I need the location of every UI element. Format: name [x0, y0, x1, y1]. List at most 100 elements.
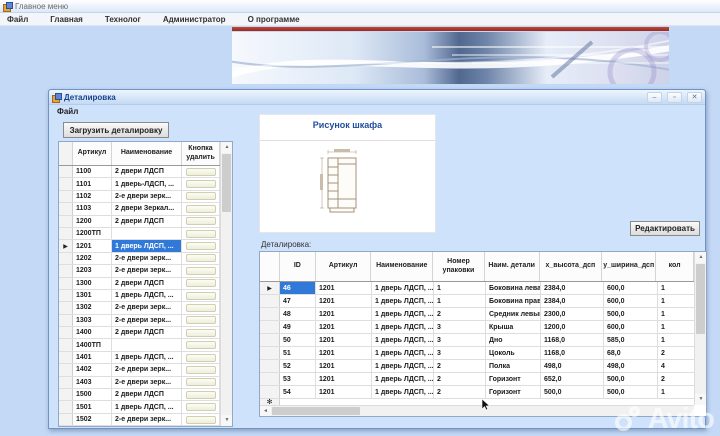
articul-cell[interactable]: 1301	[73, 289, 112, 302]
table-row[interactable]: 51 1201 1 дверь ЛДСП, ... 3 Цоколь 1168,0 68,0…	[260, 347, 694, 360]
articul-cell[interactable]: 1101	[73, 178, 112, 190]
name-cell[interactable]: 2 двери ЛДСП	[112, 327, 182, 339]
delete-button[interactable]	[185, 279, 216, 288]
part-name-cell[interactable]: Дно	[486, 334, 541, 346]
table-row[interactable]: 1101 1 дверь-ЛДСП, ...	[59, 178, 220, 191]
height-cell[interactable]: 1200,0	[541, 321, 604, 333]
name-cell[interactable]: 2 двери ЛДСП	[112, 277, 182, 289]
scroll-up-icon[interactable]: ▲	[221, 142, 232, 153]
details-grid-hscrollbar[interactable]: ◄	[260, 405, 694, 416]
id-cell[interactable]: 52	[280, 360, 316, 372]
part-name-cell[interactable]: Горизонт	[486, 373, 541, 385]
scroll-up-icon[interactable]: ▲	[695, 252, 706, 263]
delete-button[interactable]	[185, 266, 216, 275]
name-cell[interactable]: 1 дверь ЛДСП, ...	[112, 240, 182, 252]
name-cell[interactable]: 2-е двери зерк...	[112, 314, 182, 327]
articul-cell[interactable]: 1200ТП	[73, 227, 112, 240]
articul-cell[interactable]: 1201	[316, 347, 372, 359]
row-selector[interactable]	[59, 227, 73, 240]
articul-cell[interactable]: 1201	[316, 282, 372, 294]
table-row[interactable]: 1300 2 двери ЛДСП	[59, 277, 220, 290]
articul-cell[interactable]: 1502	[73, 413, 112, 426]
scroll-down-icon[interactable]: ▼	[695, 394, 706, 405]
row-selector[interactable]	[260, 373, 280, 385]
delete-button[interactable]	[185, 316, 216, 325]
menu-technolog[interactable]: Технолог	[105, 15, 152, 24]
articul-cell[interactable]: 1401	[73, 351, 112, 364]
table-row[interactable]: 1403 2-е двери зерк...	[59, 376, 220, 390]
articul-cell[interactable]: 1200	[73, 215, 112, 227]
id-cell[interactable]: 46	[280, 282, 316, 294]
table-row[interactable]: 1200 2 двери ЛДСП	[59, 215, 220, 228]
row-selector[interactable]	[59, 289, 73, 302]
delete-button[interactable]	[185, 365, 216, 374]
height-cell[interactable]: 652,0	[541, 373, 604, 385]
table-row[interactable]: 1202 2-е двери зерк...	[59, 252, 220, 266]
articul-cell[interactable]: 1201	[316, 295, 372, 307]
width-cell[interactable]: 500,0	[604, 373, 658, 385]
articul-cell[interactable]: 1302	[73, 302, 112, 314]
column-header-delete[interactable]: Кнопка удалить	[182, 142, 220, 165]
package-cell[interactable]: 3	[434, 321, 486, 333]
qty-cell[interactable]: 2	[658, 373, 694, 385]
width-cell[interactable]: 68,0	[604, 347, 658, 359]
id-cell[interactable]: 49	[280, 321, 316, 333]
row-selector[interactable]	[59, 376, 73, 389]
column-header-package[interactable]: Номер упаковки	[433, 252, 485, 281]
delete-button[interactable]	[185, 254, 216, 263]
delete-button[interactable]	[185, 180, 216, 189]
name-cell[interactable]: 1 дверь ЛДСП, ...	[372, 295, 434, 307]
qty-cell[interactable]: 1	[658, 308, 694, 320]
height-cell[interactable]: 498,0	[541, 360, 604, 372]
height-cell[interactable]: 2384,0	[541, 282, 604, 294]
table-row[interactable]: 49 1201 1 дверь ЛДСП, ... 3 Крыша 1200,0 600,0…	[260, 321, 694, 334]
width-cell[interactable]: 585,0	[604, 334, 658, 346]
current-row-marker-icon[interactable]: ▶	[59, 240, 73, 252]
articul-cell[interactable]: 1501	[73, 401, 112, 413]
articul-cell[interactable]: 1201	[316, 360, 372, 372]
package-cell[interactable]: 1	[434, 282, 486, 294]
package-cell[interactable]: 3	[434, 334, 486, 346]
articul-cell[interactable]: 1201	[316, 373, 372, 385]
package-cell[interactable]: 2	[434, 373, 486, 385]
row-selector[interactable]	[59, 252, 73, 265]
row-selector[interactable]	[260, 386, 280, 398]
articul-cell[interactable]: 1201	[316, 321, 372, 333]
delete-button[interactable]	[185, 341, 216, 350]
row-selector[interactable]	[260, 347, 280, 359]
table-row[interactable]: 1302 2-е двери зерк...	[59, 302, 220, 315]
delete-button[interactable]	[185, 217, 216, 226]
qty-cell[interactable]: 4	[658, 360, 694, 372]
table-row[interactable]: 1103 2 двери Зеркал...	[59, 203, 220, 216]
table-row[interactable]: 53 1201 1 дверь ЛДСП, ... 2 Горизонт 652,0 500…	[260, 373, 694, 386]
row-selector[interactable]	[260, 360, 280, 372]
name-cell[interactable]: 1 дверь ЛДСП, ...	[372, 308, 434, 320]
scroll-down-icon[interactable]: ▼	[221, 415, 232, 426]
menu-about[interactable]: О программе	[248, 15, 311, 24]
qty-cell[interactable]: 1	[658, 321, 694, 333]
row-selector[interactable]	[59, 190, 73, 203]
articul-cell[interactable]: 1300	[73, 277, 112, 289]
part-name-cell[interactable]: Полка	[486, 360, 541, 372]
column-header-part-name[interactable]: Наим. детали	[485, 252, 540, 281]
row-selector[interactable]	[260, 308, 280, 320]
name-cell[interactable]: 2 двери ЛДСП	[112, 215, 182, 227]
name-cell[interactable]	[112, 227, 182, 240]
name-cell[interactable]: 2-е двери зерк...	[112, 364, 182, 376]
name-cell[interactable]: 1 дверь ЛДСП, ...	[372, 334, 434, 346]
table-row[interactable]: ▶ 1201 1 дверь ЛДСП, ...	[59, 240, 220, 253]
qty-cell[interactable]: 1	[658, 386, 694, 398]
name-cell[interactable]: 2-е двери зерк...	[112, 413, 182, 426]
table-row[interactable]: 1102 2-е двери зерк...	[59, 190, 220, 204]
height-cell[interactable]: 2300,0	[541, 308, 604, 320]
column-header-qty[interactable]: кол	[656, 252, 694, 281]
articul-cell[interactable]: 1303	[73, 314, 112, 327]
articul-cell[interactable]: 1103	[73, 203, 112, 215]
width-cell[interactable]: 600,0	[604, 295, 658, 307]
name-cell[interactable]: 2-е двери зерк...	[112, 265, 182, 277]
name-cell[interactable]: 2 двери ЛДСП	[112, 166, 182, 178]
table-row[interactable]: 1200ТП	[59, 227, 220, 241]
delete-button[interactable]	[185, 353, 216, 362]
package-cell[interactable]: 3	[434, 347, 486, 359]
height-cell[interactable]: 500,0	[541, 386, 604, 398]
